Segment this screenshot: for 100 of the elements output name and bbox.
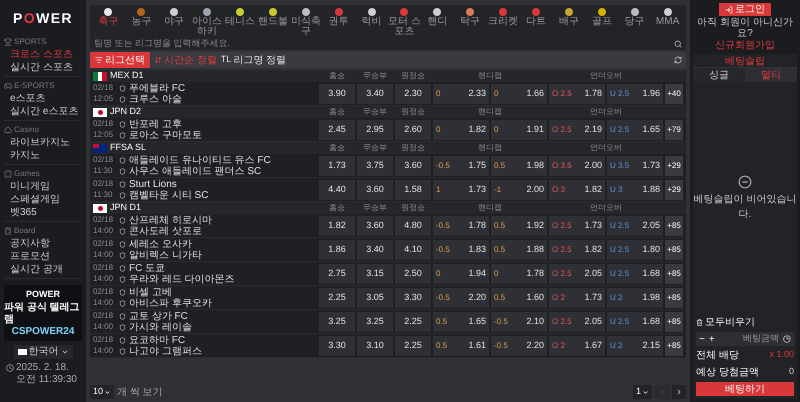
odds-button[interactable]: 1.73 bbox=[319, 156, 355, 176]
odds-button[interactable]: 3.25 bbox=[357, 312, 393, 332]
odds-button[interactable]: 3.60 bbox=[357, 216, 393, 236]
sidebar-item[interactable]: 미니게임 bbox=[4, 180, 82, 193]
sport-tab[interactable]: 권투 bbox=[322, 8, 356, 37]
more-markets-button[interactable]: +40 bbox=[665, 84, 683, 104]
sport-tab[interactable]: 아이스 하키 bbox=[190, 8, 224, 37]
odds-button[interactable]: 0 1.66 bbox=[491, 84, 547, 104]
odds-button[interactable]: -0.5 1.78 bbox=[433, 216, 489, 236]
odds-button[interactable]: 2.25 bbox=[395, 336, 431, 356]
odds-button[interactable]: 2.75 bbox=[319, 264, 355, 284]
sport-tab[interactable]: 크리켓 bbox=[486, 8, 520, 37]
search-icon[interactable] bbox=[674, 40, 682, 48]
odds-button[interactable]: U 2.5 1.65 bbox=[607, 120, 663, 140]
odds-button[interactable]: 0 1.94 bbox=[433, 264, 489, 284]
odds-button[interactable]: -1 2.00 bbox=[491, 180, 547, 200]
plus-button[interactable]: + bbox=[708, 332, 715, 346]
odds-button[interactable]: O 2 1.67 bbox=[549, 336, 605, 356]
more-markets-button[interactable]: +85 bbox=[665, 288, 683, 308]
refresh-icon[interactable] bbox=[674, 56, 682, 64]
odds-button[interactable]: 3.75 bbox=[357, 156, 393, 176]
page-select[interactable]: 1 bbox=[632, 385, 652, 399]
odds-button[interactable]: O 3 1.82 bbox=[549, 180, 605, 200]
more-markets-button[interactable]: +29 bbox=[665, 180, 683, 200]
more-markets-button[interactable]: +85 bbox=[665, 312, 683, 332]
sidebar-item[interactable]: e스포츠 bbox=[4, 92, 82, 105]
odds-button[interactable]: 0 1.78 bbox=[491, 264, 547, 284]
sort-option[interactable]: TL 리그명 정렬 bbox=[220, 52, 286, 68]
odds-button[interactable]: 0.5 1.65 bbox=[433, 312, 489, 332]
sidebar-item[interactable]: 벳365 bbox=[4, 206, 82, 219]
sidebar-item[interactable]: 크로스 스포츠 bbox=[4, 48, 82, 61]
odds-button[interactable]: U 2.5 1.96 bbox=[607, 84, 663, 104]
sport-tab[interactable]: 당구 bbox=[618, 8, 652, 37]
odds-button[interactable]: U 2 1.98 bbox=[607, 288, 663, 308]
odds-button[interactable]: 2.25 bbox=[319, 288, 355, 308]
more-markets-button[interactable]: +85 bbox=[665, 216, 683, 236]
sidebar-item[interactable]: 실시간 e스포츠 bbox=[4, 105, 82, 118]
odds-button[interactable]: O 2.5 2.05 bbox=[549, 312, 605, 332]
odds-button[interactable]: U 2.5 1.68 bbox=[607, 312, 663, 332]
odds-button[interactable]: U 2 2.15 bbox=[607, 336, 663, 356]
odds-button[interactable]: 3.40 bbox=[357, 240, 393, 260]
odds-button[interactable]: U 2.5 1.68 bbox=[607, 264, 663, 284]
sidebar-item[interactable]: 실시간 스포츠 bbox=[4, 61, 82, 74]
sport-tab[interactable]: 축구 bbox=[92, 8, 125, 37]
amount-bar[interactable]: − + 베팅금액 bbox=[696, 332, 794, 346]
odds-button[interactable]: U 3.5 1.73 bbox=[607, 156, 663, 176]
odds-button[interactable]: -0.5 1.75 bbox=[433, 156, 489, 176]
page-size-select[interactable]: 10 bbox=[90, 385, 114, 399]
signup-link[interactable]: 신규회원가입 bbox=[715, 40, 775, 51]
odds-button[interactable]: 3.25 bbox=[319, 312, 355, 332]
odds-button[interactable]: U 3 1.88 bbox=[607, 180, 663, 200]
odds-button[interactable]: 0.5 1.98 bbox=[491, 156, 547, 176]
odds-button[interactable]: 0 1.91 bbox=[491, 120, 547, 140]
odds-button[interactable]: 3.30 bbox=[319, 336, 355, 356]
sport-tab[interactable]: 다트 bbox=[520, 8, 552, 37]
odds-button[interactable]: 0.5 1.92 bbox=[491, 216, 547, 236]
next-page-button[interactable] bbox=[672, 385, 686, 399]
sport-tab[interactable]: 야구 bbox=[158, 8, 191, 37]
odds-button[interactable]: -0.5 2.20 bbox=[433, 288, 489, 308]
more-markets-button[interactable]: +29 bbox=[665, 156, 683, 176]
odds-button[interactable]: 1.82 bbox=[319, 216, 355, 236]
league-select-button[interactable]: 리그선택 bbox=[90, 52, 150, 68]
more-markets-button[interactable]: +85 bbox=[665, 264, 683, 284]
odds-button[interactable]: 2.45 bbox=[319, 120, 355, 140]
odds-button[interactable]: 2.30 bbox=[395, 84, 431, 104]
betslip-tab[interactable]: 싱글 bbox=[693, 68, 745, 82]
sport-tab[interactable]: 골프 bbox=[585, 8, 618, 37]
place-bet-button[interactable]: 베팅하기 bbox=[696, 382, 794, 396]
odds-button[interactable]: O 2.5 1.73 bbox=[549, 216, 605, 236]
sport-tab[interactable]: MMA bbox=[651, 8, 684, 37]
sport-tab[interactable]: 핸드볼 bbox=[256, 8, 290, 37]
odds-button[interactable]: 0 1.82 bbox=[433, 120, 489, 140]
odds-button[interactable]: O 3.5 2.00 bbox=[549, 156, 605, 176]
odds-button[interactable]: 3.15 bbox=[357, 264, 393, 284]
odds-button[interactable]: 2.50 bbox=[395, 264, 431, 284]
sidebar-item[interactable]: 프로모션 bbox=[4, 250, 82, 263]
odds-button[interactable]: 4.40 bbox=[319, 180, 355, 200]
odds-button[interactable]: O 2 1.73 bbox=[549, 288, 605, 308]
odds-button[interactable]: 3.10 bbox=[357, 336, 393, 356]
amount-field[interactable]: 베팅금액 bbox=[718, 332, 779, 346]
telegram-banner[interactable]: POWER 파워 공식 텔레그램 CSPOWER24 bbox=[4, 285, 82, 340]
odds-button[interactable]: U 2.5 2.05 bbox=[607, 216, 663, 236]
odds-button[interactable]: 1 1.73 bbox=[433, 180, 489, 200]
sport-tab[interactable]: 모터 스포츠 bbox=[388, 8, 421, 37]
odds-button[interactable]: 2.95 bbox=[357, 120, 393, 140]
sidebar-item[interactable]: 라이브카지노 카지노 bbox=[4, 136, 82, 162]
sport-tab[interactable]: 탁구 bbox=[454, 8, 487, 37]
odds-button[interactable]: 2.25 bbox=[395, 312, 431, 332]
odds-button[interactable]: 3.05 bbox=[357, 288, 393, 308]
odds-button[interactable]: 3.60 bbox=[395, 156, 431, 176]
odds-button[interactable]: 3.60 bbox=[357, 180, 393, 200]
login-button[interactable]: 로그인 bbox=[719, 3, 771, 16]
odds-button[interactable]: 0.5 1.88 bbox=[491, 240, 547, 260]
odds-button[interactable]: 1.58 bbox=[395, 180, 431, 200]
odds-button[interactable]: 0 2.33 bbox=[433, 84, 489, 104]
odds-button[interactable]: 3.30 bbox=[395, 288, 431, 308]
sidebar-item[interactable]: 공지사항 bbox=[4, 237, 82, 250]
odds-button[interactable]: 3.40 bbox=[357, 84, 393, 104]
odds-button[interactable]: 0.5 1.61 bbox=[433, 336, 489, 356]
odds-button[interactable]: 4.80 bbox=[395, 216, 431, 236]
